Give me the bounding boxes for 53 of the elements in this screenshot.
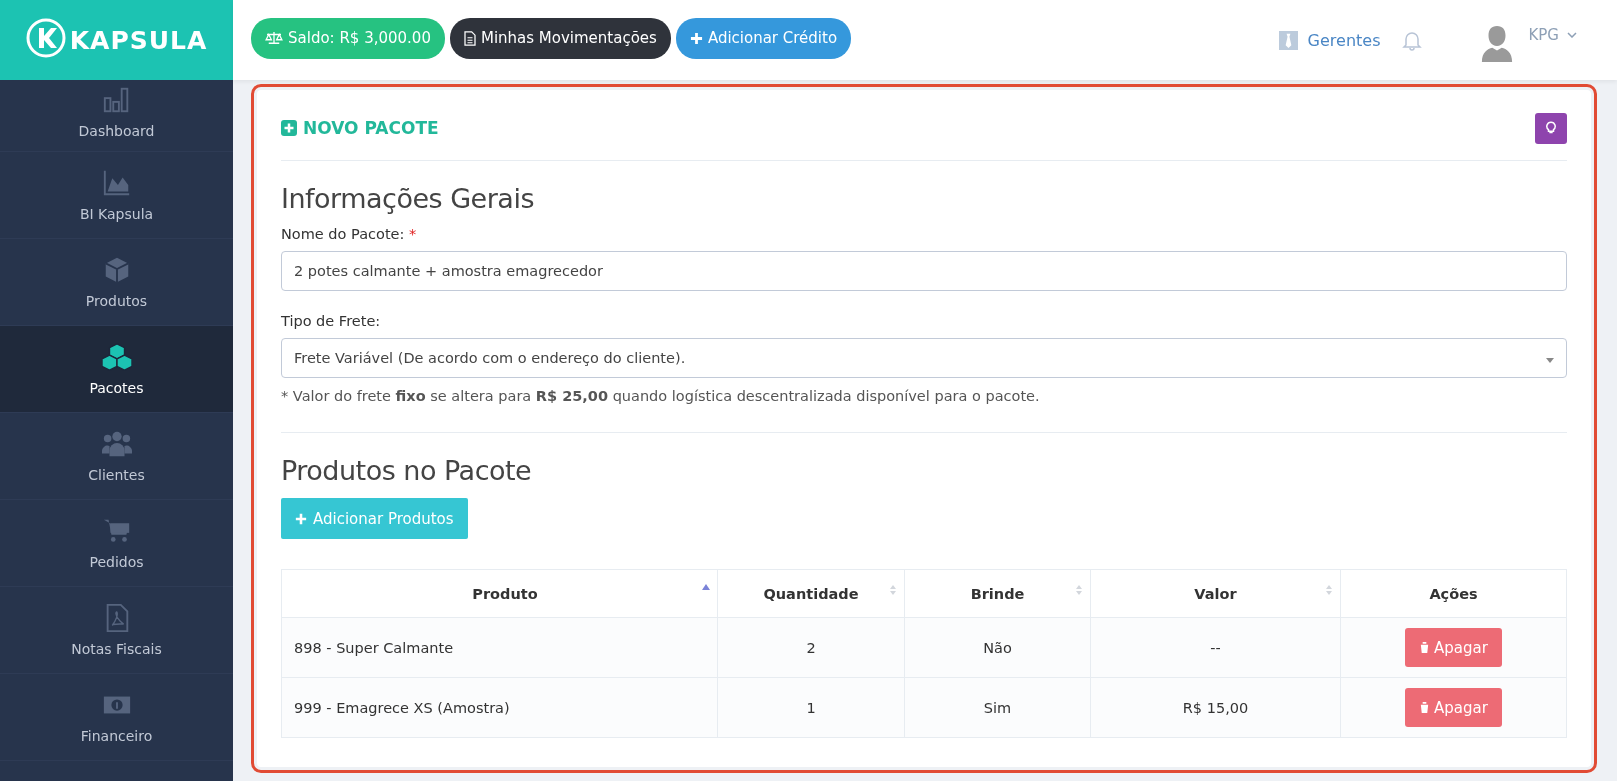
freight-note: * Valor do frete fixo se altera para R$ 25,00 quando logística descentralizada disponível para o pacote. [281,388,1041,404]
logo-text: KAPSULA [69,25,208,55]
column-header[interactable]: Valor [1194,585,1237,602]
package-name-field[interactable]: 2 potes calmante + amostra emagrecedor [281,251,1567,291]
sidebar-item[interactable]: Clientes [0,413,233,500]
sort-icon [1074,583,1084,597]
lightbulb-icon [1546,121,1556,135]
table-cell: 999 - Emagrece XS (Amostra) [281,677,718,738]
column-header[interactable]: Ações [1429,585,1478,602]
table-cell: R$ 15,00 [1090,677,1341,738]
field-label: Tipo de Frete: [281,313,381,329]
statement-button[interactable]: Minhas Movimentações [449,17,671,59]
column-header[interactable]: Quantidade [763,585,859,602]
plus-icon [689,31,703,45]
avatar-icon [1480,24,1515,64]
table-cell: Não [904,617,1091,678]
dropdown-caret-icon [1546,358,1554,363]
sidebar-item[interactable]: Notas Fiscais [0,587,233,674]
table-cell: 898 - Super Calmante [281,617,718,678]
scale-icon [265,31,283,45]
chevron-down-icon [1567,32,1577,38]
table-cell: 1 [717,677,905,738]
boxes-icon [101,342,132,372]
area-chart-icon [101,168,132,198]
tip-button[interactable] [1535,112,1567,144]
plus-square-icon [281,120,297,136]
sort-icon [1324,583,1334,597]
tie-icon [1278,30,1298,50]
required-mark: * [409,226,417,242]
table-cell: -- [1090,617,1341,678]
freight-select[interactable]: Frete Variável (De acordo com o endereço do cliente). [281,338,1567,378]
managers-link[interactable]: Gerentes [1278,30,1381,50]
sidebar-item[interactable]: Financeiro [0,674,233,761]
sort-icon [888,583,898,597]
field-label: Nome do Pacote: [281,226,405,242]
trash-icon [1419,701,1431,714]
trash-icon [1419,641,1431,654]
card-title: NOVO PACOTE [303,118,439,138]
people-icon [101,429,132,459]
table-cell: Sim [904,677,1091,738]
plus-icon [295,512,307,525]
column-header[interactable]: Brinde [970,585,1025,602]
section-heading: Produtos no Pacote [281,455,533,486]
sidebar-item[interactable]: Dashboard [0,80,233,152]
table-cell: 2 [717,617,905,678]
document-icon [463,30,476,46]
logo-icon [25,18,66,58]
sidebar-item[interactable]: BI Kapsula [0,152,233,239]
sidebar-item[interactable]: Pacotes [0,326,233,413]
sort-ascending-icon [701,583,711,591]
section-heading: Informações Gerais [281,183,535,214]
sidebar-item[interactable]: Pedidos [0,500,233,587]
column-header[interactable]: Produto [472,585,538,602]
